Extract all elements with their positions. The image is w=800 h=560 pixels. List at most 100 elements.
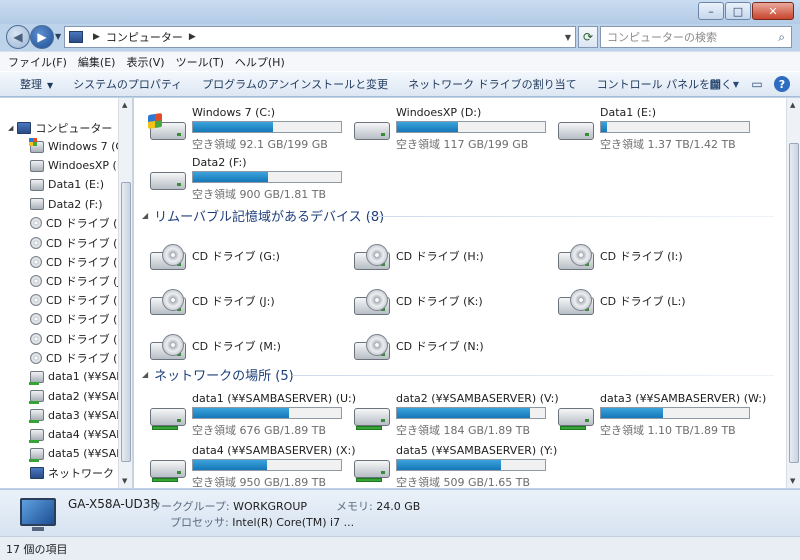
command-bar: 整理 ▼ システムのプロパティ プログラムのアンインストールと変更 ネットワーク …	[0, 71, 800, 97]
content-scrollbar[interactable]: ▲ ▼	[786, 98, 800, 488]
disc-icon	[162, 289, 184, 311]
nav-drive-item[interactable]: Data2 (F:)	[30, 195, 103, 214]
hdd-tile[interactable]: Data2 (F:) 空き領域 900 GB/1.81 TB	[148, 156, 348, 202]
forward-button[interactable]: ▶	[30, 25, 54, 49]
scroll-up-icon[interactable]: ▲	[790, 101, 795, 109]
hdd-tile[interactable]: Windows 7 (C:) 空き領域 92.1 GB/199 GB	[148, 106, 348, 152]
cd-drive-tile[interactable]: CD ドライブ (K:)	[352, 281, 552, 327]
menu-view[interactable]: 表示(V)	[126, 54, 164, 70]
network-drive-icon	[556, 400, 598, 430]
menu-file[interactable]: ファイル(F)	[8, 54, 67, 70]
address-row: ◀ ▶ ▼ ▶ コンピューター ▶ ▼ ⟳ コンピューターの検索 ⌕	[0, 24, 800, 50]
nav-drive-label: Data1 (E:)	[48, 178, 104, 192]
net-tile[interactable]: data5 (¥¥SAMBASERVER) (Y:) 空き領域 509 GB/1.…	[352, 444, 557, 488]
cd-drive-tile[interactable]: CD ドライブ (N:)	[352, 326, 552, 372]
capacity-bar-fill	[601, 408, 664, 418]
cd-drive-icon	[30, 351, 42, 364]
nav-drive-item[interactable]: CD ドライブ (K:	[30, 291, 128, 310]
breadcrumb-chevron-icon[interactable]: ▶	[93, 32, 100, 42]
drive-body	[150, 408, 186, 426]
cd-drive-tile[interactable]: CD ドライブ (H:)	[352, 236, 552, 282]
capacity-bar	[192, 407, 342, 419]
system-properties-button[interactable]: システムのプロパティ	[73, 76, 182, 92]
maximize-button[interactable]: □	[725, 2, 751, 20]
net-tile[interactable]: data4 (¥¥SAMBASERVER) (X:) 空き領域 950 GB/1.…	[148, 444, 356, 488]
cd-drive-tile[interactable]: CD ドライブ (I:)	[556, 236, 756, 282]
refresh-button[interactable]: ⟳	[578, 26, 598, 48]
breadcrumb-computer[interactable]: コンピューター	[106, 29, 183, 45]
net-tile[interactable]: data1 (¥¥SAMBASERVER) (U:) 空き領域 676 GB/1.…	[148, 392, 356, 438]
collapse-icon[interactable]: ◢	[142, 370, 148, 379]
capacity-bar-fill	[193, 460, 267, 470]
recent-pages-dropdown[interactable]: ▼	[55, 32, 61, 41]
nav-computer-label: コンピューター	[35, 121, 113, 135]
cd-drive-tile[interactable]: CD ドライブ (G:)	[148, 236, 348, 282]
cd-drive-tile[interactable]: CD ドライブ (L:)	[556, 281, 756, 327]
organize-button[interactable]: 整理 ▼	[20, 76, 53, 92]
group-header-network[interactable]: ◢ ネットワークの場所 (5)	[142, 365, 294, 384]
back-button[interactable]: ◀	[6, 25, 30, 49]
menu-edit[interactable]: 編集(E)	[78, 54, 116, 70]
hdd-tile[interactable]: Data1 (E:) 空き領域 1.37 TB/1.42 TB	[556, 106, 756, 152]
cd-drive-name: CD ドライブ (L:)	[600, 295, 686, 308]
network-drive-icon	[148, 400, 190, 430]
nav-drive-label: CD ドライブ (L:	[46, 313, 128, 327]
view-dropdown-icon[interactable]: ▼	[732, 76, 740, 92]
search-icon[interactable]: ⌕	[778, 30, 785, 45]
hard-drive-icon	[148, 164, 190, 194]
address-bar[interactable]: ▶ コンピューター ▶ ▼	[64, 26, 576, 48]
change-view-icon[interactable]: ▦	[706, 76, 724, 92]
divider	[292, 375, 774, 376]
nav-drive-item[interactable]: Data1 (E:)	[30, 175, 104, 194]
nav-drive-label: CD ドライブ (K:	[46, 294, 129, 308]
scroll-up-icon[interactable]: ▲	[122, 101, 127, 109]
nav-drive-item[interactable]: CD ドライブ (L:	[30, 310, 127, 329]
nav-drive-item[interactable]: CD ドライブ (N	[30, 348, 126, 367]
net-tile[interactable]: data3 (¥¥SAMBASERVER) (W:) 空き領域 1.10 TB/1…	[556, 392, 766, 438]
cd-drive-tile[interactable]: CD ドライブ (J:)	[148, 281, 348, 327]
net-tile[interactable]: data2 (¥¥SAMBASERVER) (V:) 空き領域 184 GB/1.…	[352, 392, 559, 438]
scroll-down-icon[interactable]: ▼	[122, 477, 127, 485]
divider	[368, 216, 774, 217]
map-network-drive-button[interactable]: ネットワーク ドライブの割り当て	[408, 76, 577, 92]
nav-drive-item[interactable]: CD ドライブ (M	[30, 329, 127, 348]
menu-tools[interactable]: ツール(T)	[176, 54, 224, 70]
minimize-button[interactable]: –	[698, 2, 724, 20]
workgroup-info: ワークグループ: WORKGROUP	[150, 498, 307, 514]
nav-drive-item[interactable]: Windows 7 (C:)	[29, 137, 131, 156]
breadcrumb-chevron-icon[interactable]: ▶	[189, 32, 196, 42]
nav-drive-item[interactable]: ネットワーク	[30, 463, 114, 482]
nav-drive-item[interactable]: CD ドライブ (H	[30, 233, 126, 252]
net-free-space: 空き領域 676 GB/1.89 TB	[192, 424, 327, 437]
hdd-tile[interactable]: WindoesXP (D:) 空き領域 117 GB/199 GB	[352, 106, 552, 152]
computer-monitor-icon	[20, 498, 56, 531]
content-scroll-thumb[interactable]	[789, 143, 799, 463]
cd-drive-icon	[30, 332, 42, 345]
search-input[interactable]: コンピューターの検索 ⌕	[600, 26, 792, 48]
menu-help[interactable]: ヘルプ(H)	[235, 54, 285, 70]
close-button[interactable]: ✕	[752, 2, 794, 20]
command-icons: ▦ ▼ ▭ ?	[706, 76, 790, 92]
nav-drive-label: CD ドライブ (I:	[46, 255, 125, 269]
group-title-network: ネットワークの場所 (5)	[154, 368, 294, 384]
drive-body	[558, 408, 594, 426]
help-icon[interactable]: ?	[774, 76, 790, 92]
nav-computer[interactable]: ◢ コンピューター	[8, 118, 112, 137]
preview-pane-icon[interactable]: ▭	[748, 76, 766, 92]
group-header-removable[interactable]: ◢ リムーバブル記憶域があるデバイス (8)	[142, 206, 384, 225]
net-name: data3 (¥¥SAMBASERVER) (W:)	[600, 392, 767, 405]
uninstall-program-button[interactable]: プログラムのアンインストールと変更	[202, 76, 388, 92]
expand-icon[interactable]: ◢	[8, 124, 13, 132]
drive-body	[558, 122, 594, 140]
nav-drive-label: CD ドライブ (M	[46, 332, 127, 346]
nav-drive-label: CD ドライブ (J:	[46, 274, 125, 288]
nav-scrollbar[interactable]: ▲ ▼	[118, 98, 132, 488]
nav-drive-item[interactable]: CD ドライブ (J:	[30, 271, 124, 290]
collapse-icon[interactable]: ◢	[142, 211, 148, 220]
nav-scroll-thumb[interactable]	[121, 182, 131, 462]
scroll-down-icon[interactable]: ▼	[790, 477, 795, 485]
disc-icon	[366, 334, 388, 356]
nav-drive-item[interactable]: CD ドライブ (G	[30, 214, 126, 233]
nav-drive-item[interactable]: CD ドライブ (I:	[30, 252, 124, 271]
address-dropdown-icon[interactable]: ▼	[565, 33, 571, 42]
